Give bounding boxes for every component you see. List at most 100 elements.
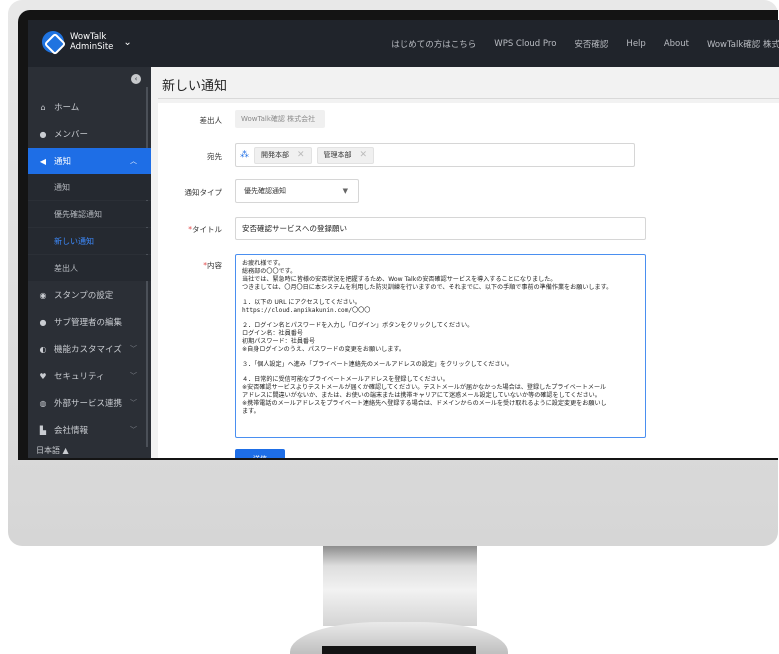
sidebar-item-company[interactable]: ▙ 会社情報 ﹀ bbox=[28, 417, 151, 443]
body-gap bbox=[242, 369, 639, 376]
sidebar-sub-new-notification[interactable]: 新しい通知 bbox=[28, 228, 151, 254]
recipient-label: 宛先 bbox=[207, 152, 222, 161]
sidebar-item-sub-admins[interactable]: ● サブ管理者の編集 bbox=[28, 309, 151, 335]
chevron-down-icon: ﹀ bbox=[130, 372, 137, 380]
title-label-text: タイトル bbox=[192, 225, 222, 234]
wowtalk-logo bbox=[42, 31, 64, 53]
body-textarea[interactable]: お疲れ様です。 総務部の〇〇です。 当社では、緊急時に皆様の安否状況を把握するた… bbox=[235, 254, 646, 438]
monitor-stand-neck bbox=[323, 546, 477, 626]
sidebar-item-label: サブ管理者の編集 bbox=[54, 318, 123, 328]
nav-wps-cloud-pro[interactable]: WPS Cloud Pro bbox=[494, 39, 556, 49]
language-selector[interactable]: 日本語 ▲ bbox=[36, 445, 69, 456]
body-line: アドレスに間違いがないか、または、お使いの端末または携帯キャリアにて迷惑メール設… bbox=[242, 392, 601, 399]
sidebar-item-label: ホーム bbox=[54, 103, 80, 113]
shield-icon: ♥ bbox=[39, 371, 47, 381]
body-label-text: 内容 bbox=[207, 261, 222, 270]
sidebar-item-home[interactable]: ⌂ ホーム bbox=[28, 94, 151, 120]
sidebar-sub-label: 新しい通知 bbox=[54, 236, 94, 246]
body-line: ※自身ログインのうえ、パスワードの変更をお願いします。 bbox=[242, 346, 405, 353]
brand-sub: AdminSite bbox=[70, 42, 114, 52]
brand-name: WowTalk bbox=[70, 32, 107, 42]
send-button[interactable]: 送信 bbox=[235, 449, 285, 458]
megaphone-icon: ◀ bbox=[39, 156, 47, 166]
sidebar-item-notifications[interactable]: ◀ 通知 ︿ bbox=[28, 148, 151, 174]
admin-icon: ● bbox=[39, 317, 47, 327]
sidebar: ‹ ⌂ ホーム ● メンバー ◀ 通知 ︿ 通知 優先確認通知 新しい通知 差出… bbox=[28, 67, 151, 458]
chevron-down-icon: ﹀ bbox=[130, 345, 137, 353]
nav-help[interactable]: Help bbox=[626, 39, 645, 49]
sidebar-sub-sender[interactable]: 差出人 bbox=[28, 255, 151, 281]
recipient-field[interactable]: ⁂ 開発本部 ✕ 管理本部 ✕ bbox=[235, 143, 635, 167]
sidebar-item-label: 通知 bbox=[54, 157, 72, 167]
divider bbox=[158, 98, 779, 99]
sticker-icon: ◉ bbox=[39, 290, 47, 300]
toggle-icon: ◐ bbox=[39, 344, 47, 354]
body-line: ２．ログイン名とパスワードを入力し「ログイン」ボタンをクリックしてください。 bbox=[242, 322, 474, 329]
brand-menu[interactable]: WowTalk AdminSite ⌄ bbox=[42, 31, 132, 53]
notification-form: 差出人 WowTalk確認 株式会社 宛先 ⁂ 開発本部 ✕ 管理本部 ✕ 通知… bbox=[158, 103, 779, 458]
type-label: 通知タイプ bbox=[184, 188, 223, 197]
sidebar-item-label: 会社情報 bbox=[54, 426, 89, 436]
body-line: ます。 bbox=[242, 408, 260, 415]
chevron-up-icon: ︿ bbox=[130, 157, 137, 165]
sidebar-item-members[interactable]: ● メンバー bbox=[28, 121, 151, 147]
sidebar-item-customize[interactable]: ◐ 機能カスタマイズ ﹀ bbox=[28, 336, 151, 362]
chevron-down-icon: ﹀ bbox=[130, 399, 137, 407]
sidebar-sub-priority-notifications[interactable]: 優先確認通知 bbox=[28, 201, 151, 227]
body-line: 総務部の〇〇です。 bbox=[242, 268, 297, 275]
body-line: 当社では、緊急時に皆様の安否状況を把握するため、Wow Talkの安否確認サービ… bbox=[242, 276, 557, 283]
body-gap bbox=[242, 315, 639, 322]
body-line: 初期パスワード：社員番号 bbox=[242, 338, 316, 345]
sidebar-sub-label: 通知 bbox=[54, 182, 70, 192]
top-nav: はじめての方はこちら WPS Cloud Pro 安否確認 Help About… bbox=[373, 20, 779, 67]
body-line-url: https://cloud.anpikakunin.com/〇〇〇 bbox=[242, 307, 371, 314]
nav-about[interactable]: About bbox=[664, 39, 689, 49]
recipient-tag-label: 管理本部 bbox=[323, 151, 352, 159]
building-icon: ▙ bbox=[39, 425, 47, 435]
body-line: １．以下の URL にアクセスしてください。 bbox=[242, 299, 361, 306]
body-gap bbox=[242, 292, 639, 299]
title-input[interactable]: 安否確認サービスへの登録願い bbox=[235, 217, 646, 240]
brand-text: WowTalk AdminSite bbox=[70, 32, 113, 52]
body-line: ※携帯電話のメールアドレスをプライベート連絡先へ登録する場合は、ドメインからのメ… bbox=[242, 400, 607, 407]
sender-field: WowTalk確認 株式会社 bbox=[235, 110, 325, 128]
home-icon: ⌂ bbox=[40, 102, 46, 112]
title-label: *タイトル bbox=[158, 224, 222, 235]
remove-tag-icon[interactable]: ✕ bbox=[297, 150, 305, 160]
org-chart-icon[interactable]: ⁂ bbox=[240, 150, 249, 160]
nav-getting-started[interactable]: はじめての方はこちら bbox=[391, 38, 476, 50]
sidebar-sub-label: 優先確認通知 bbox=[54, 209, 102, 219]
sidebar-item-security[interactable]: ♥ セキュリティ ﹀ bbox=[28, 363, 151, 389]
remove-tag-icon[interactable]: ✕ bbox=[360, 150, 368, 160]
recipient-tag: 開発本部 ✕ bbox=[254, 146, 312, 164]
body-line: ログイン名：社員番号 bbox=[242, 330, 303, 337]
screen: WowTalk AdminSite ⌄ はじめての方はこちら WPS Cloud… bbox=[28, 20, 779, 458]
body-line: ４．日常的に受信可能なプライベートメールアドレスを登録してください。 bbox=[242, 376, 449, 383]
nav-company[interactable]: WowTalk確認 株式 bbox=[707, 38, 779, 50]
selected-type: 優先確認通知 bbox=[244, 187, 286, 195]
sidebar-item-stickers[interactable]: ◉ スタンプの設定 bbox=[28, 282, 151, 308]
sidebar-item-label: セキュリティ bbox=[54, 372, 105, 382]
sidebar-item-label: メンバー bbox=[54, 130, 89, 140]
chevron-down-icon: ﹀ bbox=[130, 426, 137, 434]
recipient-tag: 管理本部 ✕ bbox=[316, 146, 375, 164]
sidebar-sub-label: 差出人 bbox=[54, 263, 78, 273]
chevron-down-icon[interactable]: ⌄ bbox=[123, 37, 131, 48]
nav-safety-check[interactable]: 安否確認 bbox=[574, 38, 608, 50]
sender-label: 差出人 bbox=[199, 116, 223, 125]
link-icon: ◍ bbox=[39, 398, 47, 408]
recipient-tag-label: 開発本部 bbox=[261, 151, 289, 159]
caret-down-icon: ▼ bbox=[342, 187, 348, 195]
sidebar-item-integrations[interactable]: ◍ 外部サービス連携 ﹀ bbox=[28, 390, 151, 416]
monitor-stand-shadow bbox=[322, 646, 476, 654]
collapse-sidebar-icon[interactable]: ‹ bbox=[131, 74, 141, 84]
body-line: ※安否確認サービスよりテストメールが届くか確認してください。テストメールが届かな… bbox=[242, 384, 607, 391]
sidebar-sub-notifications[interactable]: 通知 bbox=[28, 174, 151, 200]
sidebar-item-label: 外部サービス連携 bbox=[54, 399, 123, 409]
sidebar-item-label: 機能カスタマイズ bbox=[54, 345, 122, 355]
main-content: 新しい通知 差出人 WowTalk確認 株式会社 宛先 ⁂ 開発本部 ✕ 管理本… bbox=[151, 67, 779, 458]
body-label: *内容 bbox=[158, 260, 222, 271]
notification-type-select[interactable]: 優先確認通知 ▼ bbox=[235, 179, 359, 203]
body-line: ３．「個人設定」へ進み「プライベート連絡先のメールアドレスの設定」をクリックして… bbox=[242, 361, 513, 368]
user-icon: ● bbox=[39, 129, 47, 139]
